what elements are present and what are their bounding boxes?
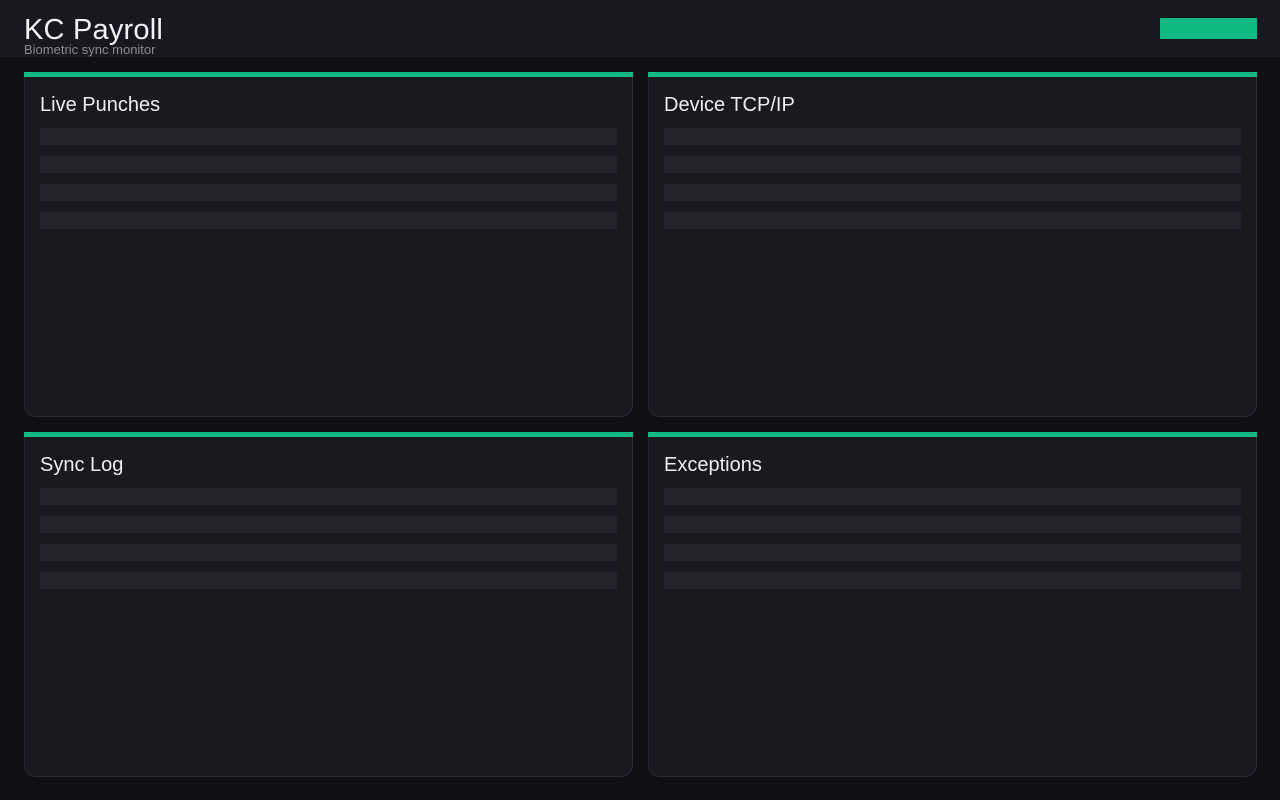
loading-placeholder-row [664,488,1241,505]
panel-exceptions: Exceptions [648,432,1257,777]
loading-placeholder-row [664,184,1241,201]
panel-accent-bar [648,72,1257,77]
loading-placeholder-row [40,488,617,505]
loading-placeholder-row [40,544,617,561]
panel-rows [664,128,1241,240]
panel-sync-log: Sync Log [24,432,633,777]
panel-accent-bar [24,432,633,437]
loading-placeholder-row [40,212,617,229]
loading-placeholder-row [664,544,1241,561]
panel-live-punches: Live Punches [24,72,633,417]
loading-placeholder-row [664,128,1241,145]
panel-rows [664,488,1241,600]
panel-title: Device TCP/IP [664,94,795,116]
panel-title: Exceptions [664,454,762,476]
loading-placeholder-row [664,516,1241,533]
loading-placeholder-row [40,572,617,589]
panel-rows [40,128,617,240]
app-header: KC Payroll Biometric sync monitor [0,0,1280,57]
app-subtitle: Biometric sync monitor [24,42,156,57]
panel-title: Live Punches [40,94,161,116]
loading-placeholder-row [40,128,617,145]
loading-placeholder-row [664,212,1241,229]
panel-accent-bar [648,432,1257,437]
loading-placeholder-row [664,156,1241,173]
loading-placeholder-row [40,184,617,201]
panel-rows [40,488,617,600]
panel-title: Sync Log [40,454,124,476]
header-action-button[interactable] [1160,18,1257,39]
loading-placeholder-row [664,572,1241,589]
loading-placeholder-row [40,156,617,173]
loading-placeholder-row [40,516,617,533]
panel-accent-bar [24,72,633,77]
panel-device-tcpip: Device TCP/IP [648,72,1257,417]
